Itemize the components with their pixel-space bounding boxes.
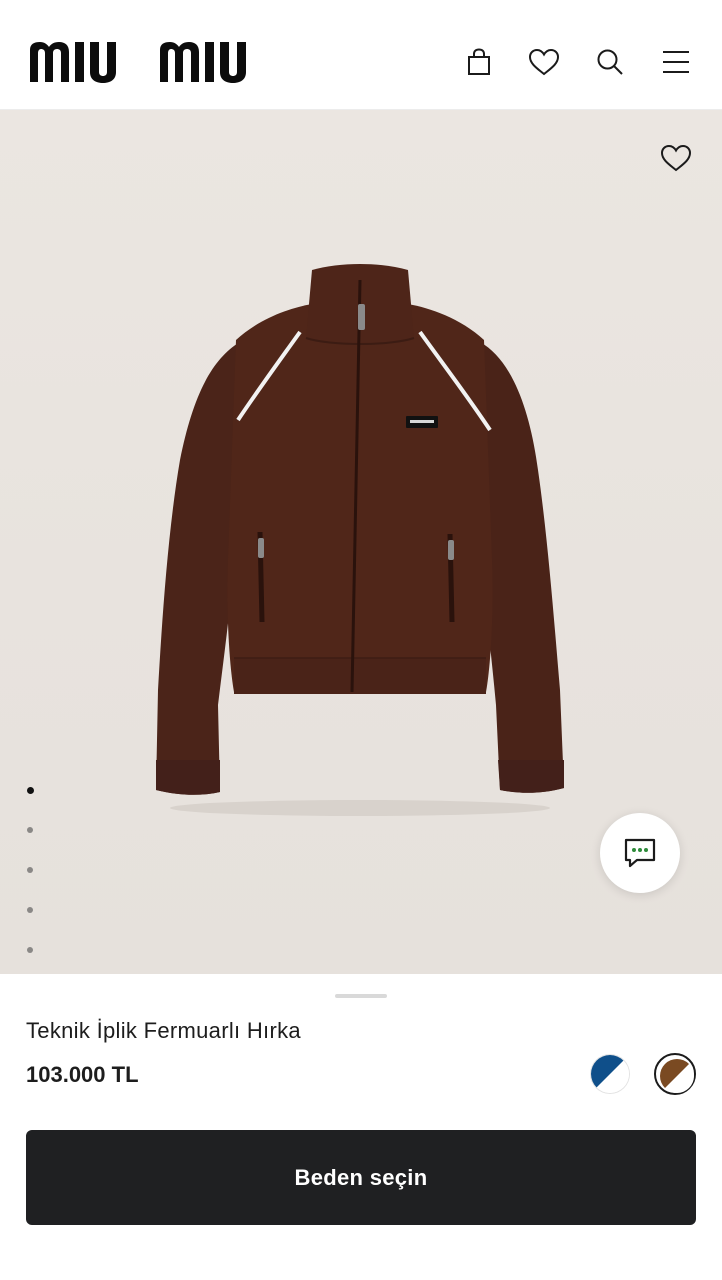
select-size-label: Beden seçin [294, 1164, 428, 1190]
search-icon [597, 49, 623, 75]
select-size-button[interactable]: Beden seçin [26, 1130, 696, 1225]
gallery-pagination [22, 770, 38, 970]
heart-icon [660, 144, 692, 172]
product-price: 103.000 TL [26, 1062, 139, 1087]
pagination-dot[interactable] [22, 770, 38, 810]
pagination-dot[interactable] [22, 850, 38, 890]
pagination-dot[interactable] [22, 930, 38, 970]
color-swatch-brown[interactable] [654, 1053, 696, 1095]
product-image-gallery[interactable] [0, 110, 722, 974]
swatch-fill [660, 1059, 694, 1093]
sheet-handle[interactable] [335, 994, 387, 998]
product-image [156, 264, 564, 816]
pagination-dot[interactable] [22, 810, 38, 850]
add-to-wishlist-button[interactable] [656, 138, 696, 178]
heart-icon [528, 48, 560, 76]
wishlist-button[interactable] [522, 40, 566, 84]
pagination-dot[interactable] [22, 890, 38, 930]
swatch-fill [591, 1055, 629, 1093]
menu-button[interactable] [654, 40, 698, 84]
header [0, 0, 722, 110]
color-swatch-blue[interactable] [589, 1053, 631, 1095]
menu-icon [663, 51, 689, 73]
brand-logo[interactable] [28, 40, 274, 84]
search-button[interactable] [588, 40, 632, 84]
bag-icon [468, 48, 490, 75]
product-name: Teknik İplik Fermuarlı Hırka [26, 1018, 301, 1043]
chat-icon [624, 838, 656, 868]
chat-button[interactable] [600, 813, 680, 893]
shopping-bag-button[interactable] [457, 40, 501, 84]
